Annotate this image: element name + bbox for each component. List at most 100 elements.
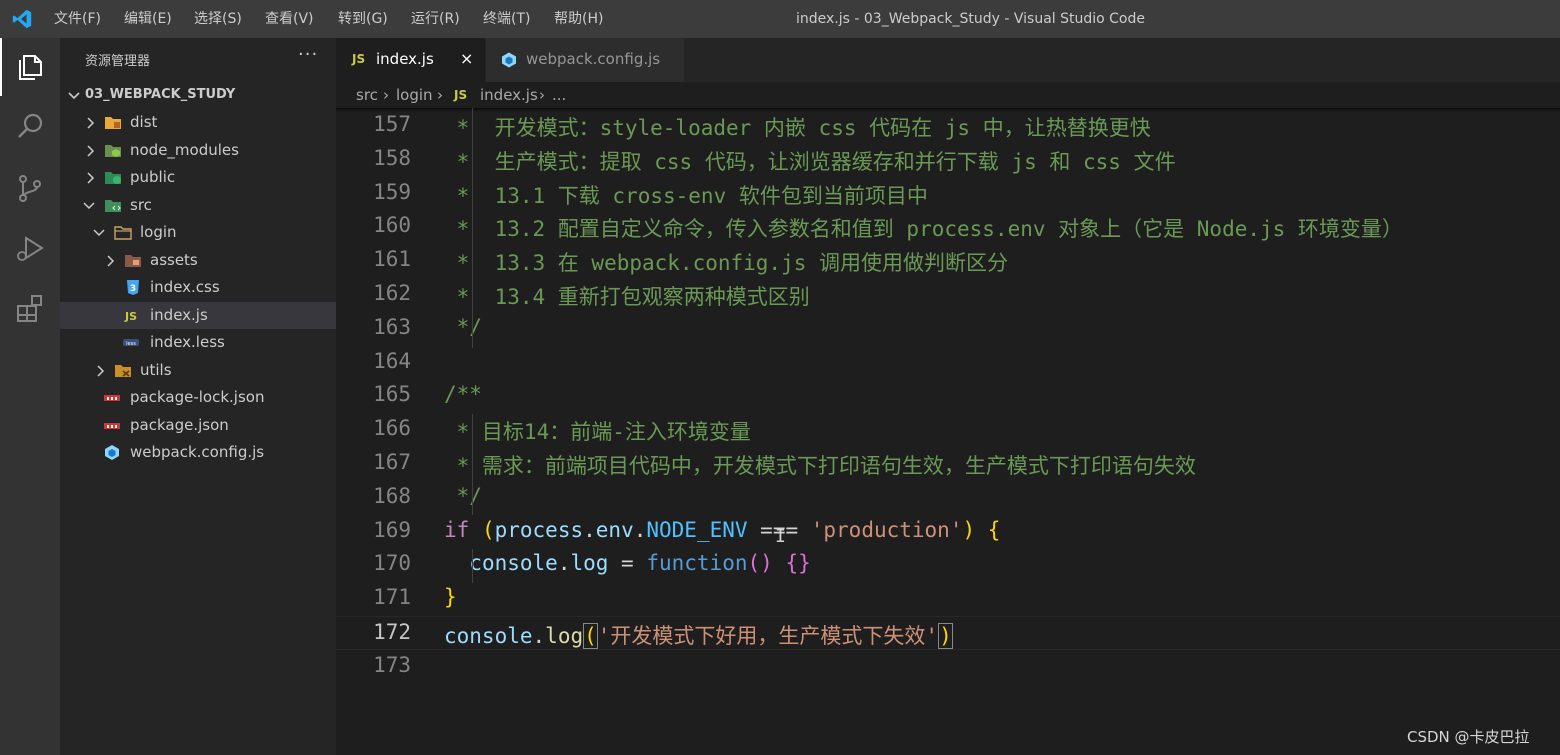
activity-bar [0,38,60,755]
tree-item-label: package.json [130,416,229,434]
code-line[interactable]: 161 * 13.3 在 webpack.config.js 调用使用做判断区分 [336,244,1560,278]
extensions-button[interactable] [0,278,60,336]
code-line[interactable]: 165 /** [336,379,1560,413]
code-token: 'production' [810,517,963,542]
tree-item-label: utils [140,361,172,379]
code-line[interactable]: 164 [336,346,1560,380]
window-title: index.js - 03_Webpack_Study - Visual Stu… [796,11,1145,27]
source-control-button[interactable] [0,158,60,216]
code-editor[interactable]: 157 * 开发模式：style-loader 内嵌 css 代码在 js 中，… [336,108,1560,755]
run-debug-button[interactable] [0,218,60,276]
menu-help[interactable]: 帮助(H) [554,0,603,38]
breadcrumb-src[interactable]: src [356,86,378,104]
editor-tab-bar: JS index.js × webpack.config.js [336,38,1560,82]
menu-view[interactable]: 查看(V) [265,0,314,38]
files-icon [19,55,42,80]
chevron-right-icon [87,172,95,184]
line-number: 158 [373,145,411,170]
watermark: CSDN @卡皮巴拉 [1407,728,1530,746]
code-text: */ [444,314,482,339]
code-text: * 目标14：前端-注入环境变量 [444,420,751,445]
breadcrumb-file[interactable]: index.js [480,86,538,104]
svg-text:less: less [126,341,136,347]
tree-item-label: package-lock.json [130,388,265,406]
less-file-icon: less [123,339,139,347]
menu-edit[interactable]: 编辑(E) [124,0,172,38]
project-name: 03_WEBPACK_STUDY [85,87,236,102]
code-token: () [747,551,773,576]
js-file-icon: JS [124,310,137,323]
line-number: 162 [373,281,411,305]
tree-item-public[interactable]: public [60,164,336,191]
project-folder-header[interactable]: 03_WEBPACK_STUDY [60,83,336,109]
code-text: * 生产模式：提取 css 代码，让浏览器缓存和并行下载 js 和 css 文件 [444,149,1176,174]
explorer-title: 资源管理器 [85,54,151,69]
menu-run[interactable]: 运行(R) [411,0,460,38]
line-number: 170 [373,551,411,576]
line-number: 164 [373,348,411,373]
code-line[interactable]: 159 * 13.1 下载 cross-env 软件包到当前项目中 [336,177,1560,211]
tab-webpack-config[interactable]: webpack.config.js [486,38,684,82]
code-line[interactable]: 167 * 需求：前端项目代码中，开发模式下打印语句生效，生产模式下打印语句失效 [336,447,1560,481]
tree-item-label: index.less [150,333,225,351]
extensions-icon [17,295,42,322]
code-line[interactable]: 157 * 开发模式：style-loader 内嵌 css 代码在 js 中，… [336,109,1560,143]
tree-item-package[interactable]: package.json [60,412,336,439]
chevron-down-icon [93,229,105,237]
code-line[interactable]: 168 */ [336,481,1560,515]
code-line[interactable]: 162 * 13.4 重新打包观察两种模式区别 [336,278,1560,312]
code-line[interactable]: 173 [336,650,1560,684]
code-text: console.log('开发模式下好用，生产模式下失效') [444,620,953,650]
code-line[interactable]: 169 if (process.env.NODE_ENV === 'product… [336,515,1560,549]
search-button[interactable] [0,96,60,154]
tree-item-login[interactable]: login [60,219,336,246]
breadcrumb-symbol[interactable]: ... [552,86,566,104]
tree-item-webpack-config[interactable]: webpack.config.js [60,439,336,466]
code-token: . [532,624,546,648]
folder-utils-icon [115,365,131,377]
code-token: } [444,585,457,610]
code-token: = [608,551,647,576]
indent-guide [472,549,473,583]
close-icon[interactable]: × [460,49,473,68]
npm-file-icon [104,423,120,429]
menu-go[interactable]: 转到(G) [338,0,388,38]
js-file-icon: JS [352,52,366,66]
tree-item-package-lock[interactable]: package-lock.json [60,384,336,411]
title-bar: 文件(F) 编辑(E) 选择(S) 查看(V) 转到(G) 运行(R) 终端(T… [0,0,1560,38]
explorer-button[interactable] [0,38,60,96]
tree-item-dist[interactable]: dist [60,109,336,136]
tab-index-js[interactable]: JS index.js × [336,38,485,82]
tree-item-node-modules[interactable]: node_modules [60,137,336,164]
code-token: ) [962,517,976,542]
code-line[interactable]: 171} [336,582,1560,616]
tab-label: webpack.config.js [526,50,661,68]
code-token: . [633,517,647,542]
more-actions-button[interactable]: ··· [298,44,318,65]
tree-item-src[interactable]: src [60,192,336,219]
code-line[interactable]: 172 console.log('开发模式下好用，生产模式下失效') [336,616,1560,650]
tree-item-utils[interactable]: utils [60,357,336,384]
tree-item-index-css[interactable]: 3 index.css [60,274,336,301]
code-line[interactable]: 158 * 生产模式：提取 css 代码，让浏览器缓存和并行下载 js 和 cs… [336,143,1560,177]
menu-selection[interactable]: 选择(S) [194,0,242,38]
breadcrumb-login[interactable]: login [396,86,433,104]
tree-item-index-js[interactable]: JS index.js [60,302,336,329]
tree-item-index-less[interactable]: less index.less [60,329,336,356]
code-line[interactable]: 166 * 目标14：前端-注入环境变量 [336,413,1560,447]
folder-public-icon [105,172,121,184]
line-number: 163 [373,314,411,339]
code-line[interactable]: 163 */ [336,312,1560,346]
menu-terminal[interactable]: 终端(T) [483,0,530,38]
code-line[interactable]: 170 console.log = function() {} [336,548,1560,582]
css-file-icon: 3 [127,280,139,295]
explorer-sidebar: 资源管理器 ··· 03_WEBPACK_STUDY dist node_mod… [60,38,336,755]
line-number: 166 [373,416,411,441]
code-token: NODE_ENV [646,517,748,542]
tree-item-assets[interactable]: assets [60,247,336,274]
code-line[interactable]: 160 * 13.2 配置自定义命令，传入参数名和值到 process.env … [336,210,1560,244]
tree-item-label: index.css [150,278,220,296]
menu-file[interactable]: 文件(F) [54,0,101,38]
